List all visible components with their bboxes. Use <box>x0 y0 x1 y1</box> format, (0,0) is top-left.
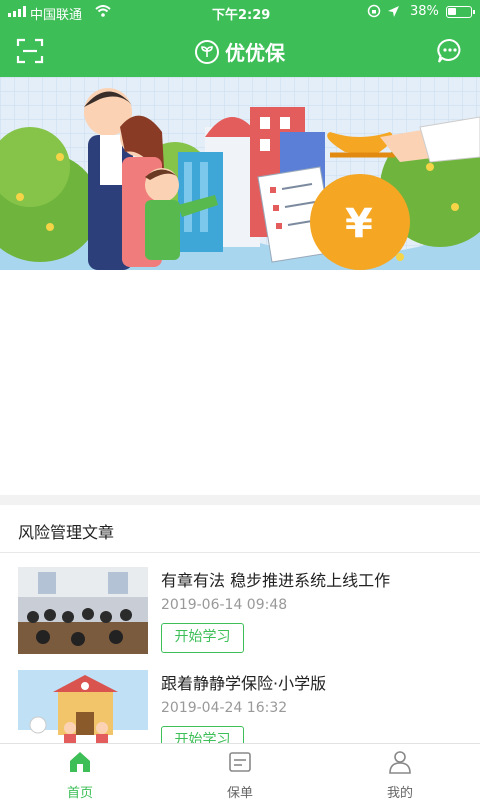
articles-section: 风险管理文章 有章有法 稳步推进系统上线工作 2019-06-14 09:48 <box>0 505 480 757</box>
start-learning-button[interactable]: 开始学习 <box>161 623 244 653</box>
coin-symbol: ¥ <box>345 201 373 247</box>
home-icon <box>70 752 90 772</box>
user-icon <box>389 751 411 774</box>
wifi-icon <box>95 5 111 17</box>
status-bar: 中国联通 下午2:29 38% <box>0 0 480 24</box>
quick-menu-grid <box>0 270 480 495</box>
app-logo-icon <box>195 40 219 64</box>
tab-policy[interactable]: 保单 <box>200 749 280 800</box>
article-item[interactable]: 有章有法 稳步推进系统上线工作 2019-06-14 09:48 开始学习 <box>0 567 480 667</box>
chat-bubble-icon[interactable] <box>436 37 464 65</box>
article-title: 跟着静静学保险·小学版 <box>161 674 327 693</box>
tab-home[interactable]: 首页 <box>40 749 120 800</box>
tab-mine[interactable]: 我的 <box>360 749 440 800</box>
section-title: 风险管理文章 <box>18 523 115 542</box>
promo-banner[interactable]: 保在线投保我的保单保单续保¥我要报案⚡风险管理信息资讯客服申诉···更多发现 <box>0 77 480 270</box>
policy-icon <box>229 752 251 772</box>
app-title: 优优保 <box>0 37 480 66</box>
lock-rotation-icon <box>367 4 381 18</box>
top-bar: 中国联通 下午2:29 38% 优优保 <box>0 0 480 77</box>
location-arrow-icon <box>388 5 399 17</box>
battery-icon <box>446 6 475 18</box>
signal-icon <box>8 6 26 17</box>
article-date: 2019-06-14 09:48 <box>161 597 288 613</box>
battery-percent: 38% <box>410 4 439 19</box>
article-date: 2019-04-24 16:32 <box>161 700 288 716</box>
article-thumbnail <box>18 567 148 654</box>
tab-bar: 首页 保单 我的 <box>0 743 480 800</box>
app-title-text: 优优保 <box>225 41 285 65</box>
tab-label: 我的 <box>386 786 413 800</box>
carrier-label: 中国联通 <box>30 8 83 23</box>
article-title: 有章有法 稳步推进系统上线工作 <box>161 571 391 590</box>
app-root: 中国联通 下午2:29 38% 优优保 ¥ 风险管理文章 有章有法 稳步推进系统… <box>0 0 480 800</box>
tab-label: 首页 <box>66 786 93 800</box>
clock: 下午2:29 <box>212 8 271 23</box>
banner-illustration: 保在线投保我的保单保单续保¥我要报案⚡风险管理信息资讯客服申诉···更多发现 <box>0 77 480 270</box>
tab-label: 保单 <box>226 786 253 800</box>
